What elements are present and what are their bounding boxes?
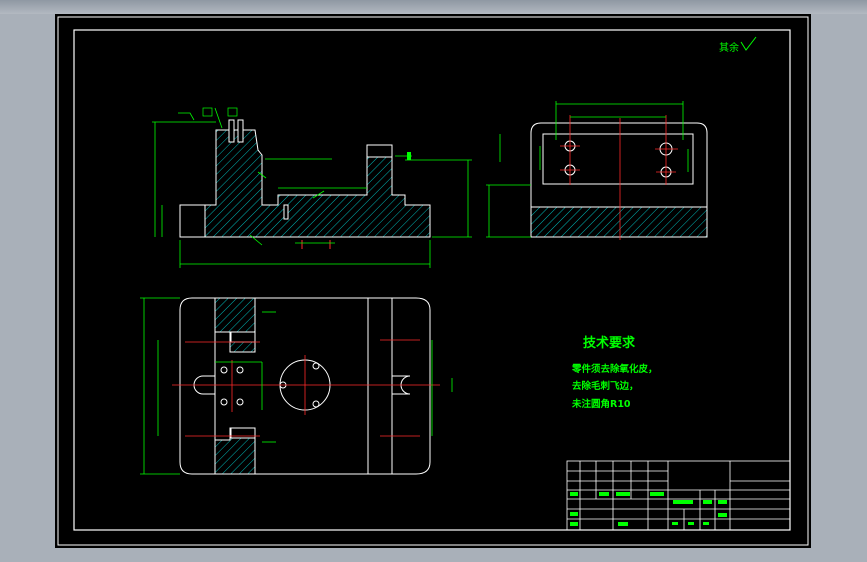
requirement-item: 零件须去除氧化皮，: [571, 363, 658, 375]
top-view-slot-lower: [230, 427, 256, 439]
technical-requirements-title: 技术要求: [583, 335, 636, 351]
top-view-slot-upper: [230, 331, 256, 343]
front-view-slot-a: [228, 119, 235, 143]
side-view-section: [530, 206, 708, 238]
requirement-item: 未注圆角R10: [571, 398, 631, 410]
front-view-slot-b: [237, 119, 244, 143]
front-view-pin-hole: [283, 204, 289, 220]
drawing-sheet: [55, 14, 811, 548]
front-view-top-notch: [366, 144, 393, 158]
requirement-item: 去除毛刺飞边，: [572, 380, 639, 392]
cad-drawing-canvas[interactable]: 其余 技术要求 零件须去除氧化皮， 去除毛刺飞边， 未注圆角R10: [0, 0, 867, 562]
roughness-note-text: 其余: [719, 41, 739, 54]
